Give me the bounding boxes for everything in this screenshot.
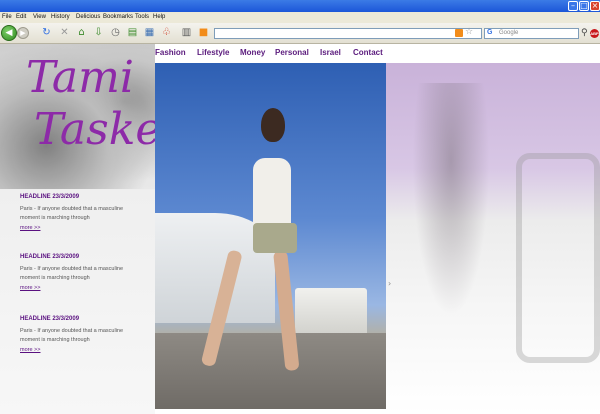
news-item: HEADLINE 23/3/2009 Paris - If anyone dou… xyxy=(20,254,140,291)
news-text: Paris - If anyone doubted that a masculi… xyxy=(20,328,124,343)
logo-tami[interactable]: Tami xyxy=(26,56,134,100)
history-icon[interactable]: ◷ xyxy=(109,27,122,39)
maximize-icon[interactable]: □ xyxy=(579,1,589,11)
nav-fashion[interactable]: Fashion xyxy=(155,48,186,57)
menu-tools[interactable]: Tools xyxy=(135,12,149,23)
stop-icon[interactable]: ✕ xyxy=(58,27,71,39)
news-headline[interactable]: HEADLINE 23/3/2009 xyxy=(20,254,140,260)
model-shorts xyxy=(253,223,297,253)
close-icon[interactable]: × xyxy=(590,1,600,11)
menu-help[interactable]: Help xyxy=(153,12,165,23)
menu-edit[interactable]: Edit xyxy=(16,12,26,23)
star-icon[interactable]: ☆ xyxy=(465,27,473,37)
reload-icon[interactable]: ↻ xyxy=(40,27,53,39)
menu-delicious[interactable]: Delicious xyxy=(76,12,100,23)
home-icon[interactable]: ⌂ xyxy=(75,27,88,39)
download-icon[interactable]: ⇩ xyxy=(92,27,105,39)
browser-titlebar: – □ × xyxy=(0,0,600,12)
google-icon[interactable]: G xyxy=(487,29,492,36)
menu-history[interactable]: History xyxy=(51,12,70,23)
browser-toolbar: ◀ ▶ ↻ ✕ ⌂ ⇩ ◷ ▤ ▦ ♧ ▥ ■ ☆ Google G ⚲ ABP xyxy=(0,23,600,44)
menu-file[interactable]: File xyxy=(2,12,12,23)
forward-button[interactable]: ▶ xyxy=(17,27,29,39)
right-photo xyxy=(386,63,600,414)
rss-icon[interactable] xyxy=(455,29,463,37)
more-link[interactable]: more >> xyxy=(20,347,140,353)
search-icon[interactable]: ⚲ xyxy=(581,28,588,38)
address-bar[interactable] xyxy=(214,28,482,39)
faded-model-shape xyxy=(406,83,496,343)
print-icon[interactable]: ▥ xyxy=(180,27,193,39)
model-head xyxy=(261,108,285,142)
minimize-icon[interactable]: – xyxy=(568,1,578,11)
menu-view[interactable]: View xyxy=(33,12,46,23)
more-link[interactable]: more >> xyxy=(20,285,140,291)
back-button[interactable]: ◀ xyxy=(1,25,17,41)
nav-personal[interactable]: Personal xyxy=(275,48,309,57)
news-headline[interactable]: HEADLINE 23/3/2009 xyxy=(20,316,140,322)
page-content: Tami Tasker HEADLINE 23/3/2009 Paris - I… xyxy=(0,44,600,414)
news-headline[interactable]: HEADLINE 23/3/2009 xyxy=(20,194,140,200)
left-sidebar: Tami Tasker HEADLINE 23/3/2009 Paris - I… xyxy=(0,44,182,414)
nav-israel[interactable]: Israel xyxy=(320,48,341,57)
aircraft-door-shape xyxy=(516,153,600,363)
next-arrow-icon[interactable]: › xyxy=(388,279,391,288)
tarmac-shape xyxy=(155,333,386,409)
nav-money[interactable]: Money xyxy=(240,48,265,57)
search-input[interactable]: Google xyxy=(484,28,579,39)
nav-contact[interactable]: Contact xyxy=(353,48,383,57)
acrobat-icon[interactable]: ♧ xyxy=(160,27,173,39)
menu-bookmarks[interactable]: Bookmarks xyxy=(103,12,133,23)
news-text: Paris - If anyone doubted that a masculi… xyxy=(20,266,124,281)
truck-shape xyxy=(295,288,367,338)
blogger-icon[interactable]: ■ xyxy=(197,27,210,39)
hero-photo xyxy=(155,63,386,409)
adblock-icon[interactable]: ABP xyxy=(590,29,599,38)
bookmark-icon[interactable]: ▤ xyxy=(126,27,139,39)
browser-menubar: File Edit View History Delicious Bookmar… xyxy=(0,12,600,23)
more-link[interactable]: more >> xyxy=(20,225,140,231)
nav-lifestyle[interactable]: Lifestyle xyxy=(197,48,229,57)
screenshot-icon[interactable]: ▦ xyxy=(143,27,156,39)
news-item: HEADLINE 23/3/2009 Paris - If anyone dou… xyxy=(20,316,140,353)
news-text: Paris - If anyone doubted that a masculi… xyxy=(20,206,124,221)
news-item: HEADLINE 23/3/2009 Paris - If anyone dou… xyxy=(20,194,140,231)
